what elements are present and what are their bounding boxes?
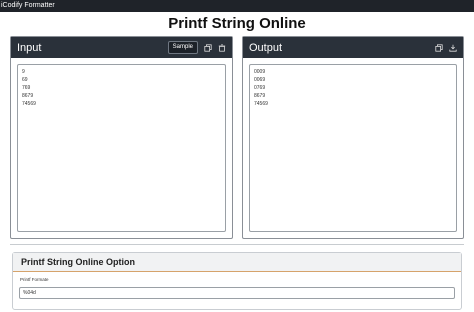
options-card: Printf String Online Option Printf Forma…: [12, 252, 462, 310]
input-line: 9: [22, 69, 25, 75]
section-divider: [10, 244, 464, 245]
format-label: Printf Formate: [20, 277, 49, 282]
input-line: 69: [22, 77, 28, 83]
input-panel: Input Sample 9 69 769 8679 74569: [10, 36, 233, 239]
output-line: 74569: [254, 101, 268, 107]
page-title: Printf String Online: [168, 15, 306, 32]
output-toolbar: [435, 43, 457, 52]
app-title: iCodify Formatter: [1, 2, 55, 9]
input-line: 74569: [22, 101, 36, 107]
output-line: 0009: [254, 69, 266, 75]
trash-icon[interactable]: [218, 43, 226, 52]
output-textarea[interactable]: 0009 0069 0769 8679 74569: [249, 64, 457, 232]
output-line: 0069: [254, 77, 266, 83]
format-input[interactable]: %04d: [19, 287, 455, 299]
app-topbar: iCodify Formatter: [0, 0, 474, 12]
input-textarea[interactable]: 9 69 769 8679 74569: [17, 64, 226, 232]
output-panel-header: Output: [243, 37, 463, 58]
output-line: 0769: [254, 85, 266, 91]
input-panel-title: Input: [17, 41, 42, 54]
input-toolbar: Sample: [167, 41, 226, 54]
download-icon[interactable]: [449, 44, 457, 52]
copy-icon[interactable]: [435, 43, 443, 52]
output-panel: Output 0009 0069 0769 8679 74569: [242, 36, 464, 239]
options-title: Printf String Online Option: [13, 253, 461, 272]
copy-icon[interactable]: [204, 43, 212, 52]
input-line: 8679: [22, 93, 34, 99]
output-line: 8679: [254, 93, 266, 99]
input-line: 769: [22, 85, 31, 91]
output-panel-title: Output: [249, 41, 283, 54]
sample-button[interactable]: Sample: [167, 41, 198, 54]
input-panel-header: Input Sample: [11, 37, 232, 58]
